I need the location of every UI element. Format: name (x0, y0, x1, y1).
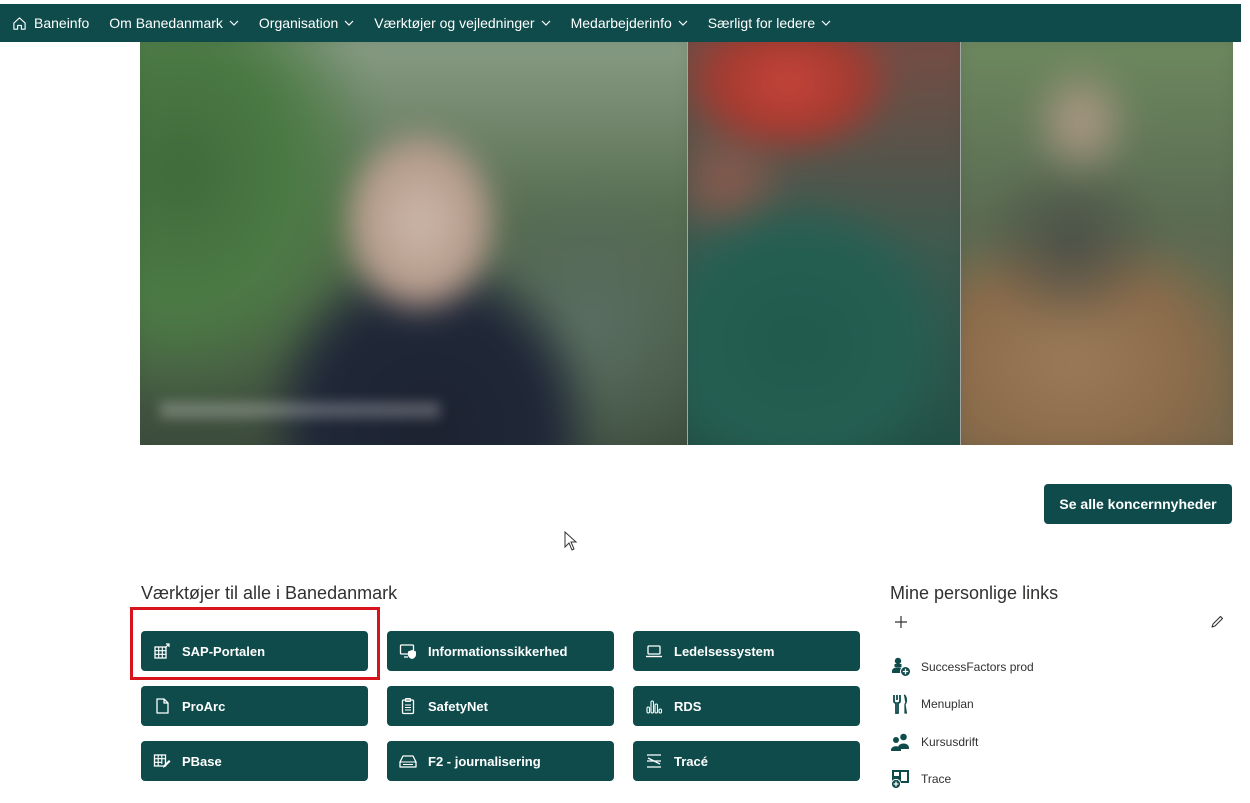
personal-link-label: Menuplan (921, 697, 974, 711)
nav-item-label: Værktøjer og vejledninger (374, 15, 535, 31)
news-image-2[interactable] (688, 42, 960, 445)
laptop-icon (646, 645, 662, 658)
align-icon (647, 754, 661, 768)
people-add-icon (892, 657, 911, 677)
mouse-pointer-icon (564, 531, 578, 551)
personal-links-title: Mine personlige links (890, 583, 1059, 603)
nav-item-organisation[interactable]: Organisation (259, 15, 354, 31)
nav-item-om-banedanmark[interactable]: Om Banedanmark (109, 15, 239, 31)
tool-rds[interactable]: RDS (633, 686, 860, 726)
tool-proarc[interactable]: ProArc (141, 686, 368, 726)
highlight-box (130, 607, 380, 680)
news-hero-carousel[interactable] (140, 42, 1233, 445)
table-edit-icon (153, 754, 171, 768)
tool-pbase[interactable]: PBase (141, 741, 368, 781)
personal-link-label: Trace (921, 772, 952, 786)
personal-link-label: Kursusdrift (921, 735, 979, 749)
nav-item-medarbejderinfo[interactable]: Medarbejderinfo (571, 15, 688, 31)
inbox-icon (399, 755, 417, 768)
board-add-icon (890, 770, 909, 790)
tool-label: PBase (182, 753, 222, 769)
nav-item-vaerktoejer[interactable]: Værktøjer og vejledninger (374, 15, 551, 31)
chevron-down-icon (821, 20, 831, 26)
shield-monitor-icon (399, 644, 416, 659)
tool-label: ProArc (182, 698, 226, 714)
home-label: Baneinfo (34, 15, 90, 31)
nav-item-label: Medarbejderinfo (570, 15, 672, 31)
clipboard-icon (401, 697, 415, 715)
personal-link-trace[interactable]: Trace (890, 768, 951, 790)
add-link-plus-icon[interactable] (893, 614, 909, 630)
personal-link-menuplan[interactable]: Menuplan (890, 693, 974, 715)
tool-label: F2 - journalisering (428, 753, 541, 769)
tool-label: Ledelsessystem (674, 643, 775, 659)
tool-f2-journalisering[interactable]: F2 - journalisering (387, 741, 614, 781)
home-link[interactable]: Baneinfo (12, 15, 89, 31)
nav-item-label: Om Banedanmark (109, 15, 223, 31)
news-image-main[interactable] (140, 42, 687, 445)
chevron-down-icon (229, 20, 239, 26)
nav-item-label: Særligt for ledere (707, 15, 816, 31)
edit-links-pencil-icon[interactable] (1209, 614, 1225, 630)
chevron-down-icon (344, 20, 354, 26)
tool-informationssikkerhed[interactable]: Informationssikkerhed (387, 631, 614, 671)
personal-link-label: SuccessFactors prod (921, 660, 1034, 674)
tool-label: SafetyNet (428, 698, 488, 714)
people-icon (891, 733, 909, 751)
tool-label: RDS (674, 698, 702, 714)
tool-label: Informationssikkerhed (428, 643, 568, 659)
nav-item-saerligt-for-ledere[interactable]: Særligt for ledere (708, 15, 831, 31)
chevron-down-icon (541, 20, 551, 26)
chevron-down-icon (678, 20, 688, 26)
food-icon (893, 694, 907, 714)
tool-label: Tracé (674, 753, 708, 769)
personal-link-successfactors[interactable]: SuccessFactors prod (890, 656, 1034, 678)
top-navigation: Baneinfo Om Banedanmark Organisation Vær… (0, 4, 1241, 42)
home-icon (13, 16, 26, 30)
tool-safetynet[interactable]: SafetyNet (387, 686, 614, 726)
tool-trace[interactable]: Tracé (633, 741, 860, 781)
bar-chart-icon (646, 700, 663, 714)
tool-ledelsessystem[interactable]: Ledelsessystem (633, 631, 860, 671)
tools-section-title: Værktøjer til alle i Banedanmark (141, 583, 398, 603)
document-icon (156, 698, 169, 714)
see-all-news-button[interactable]: Se alle koncernnyheder (1044, 484, 1232, 524)
personal-link-kursusdrift[interactable]: Kursusdrift (890, 731, 978, 753)
news-image-3[interactable] (961, 42, 1233, 445)
nav-item-label: Organisation (258, 15, 339, 31)
